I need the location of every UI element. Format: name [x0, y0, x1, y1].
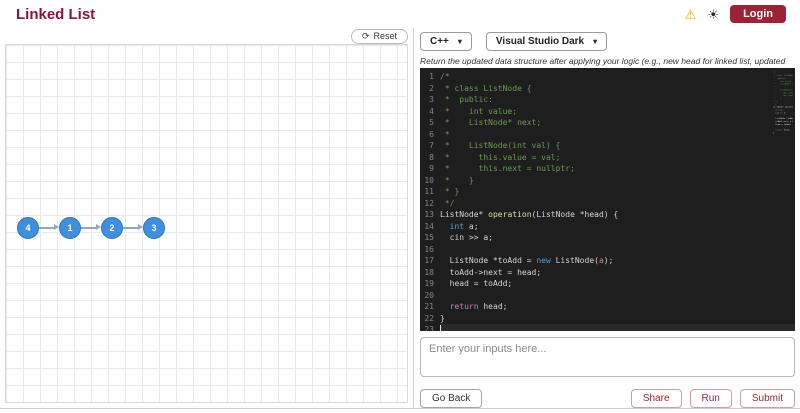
- editor-gutter: 1 2 3 4 5 6 7 8 9 10 11 12 13 14 15 16 17 18 19 20 21 22 23: [424, 72, 434, 331]
- app-header: Linked List ⚠ ☀ Login: [0, 0, 800, 28]
- editor-hint: Return the updated data structure after …: [420, 56, 786, 76]
- chevron-down-icon: ▾: [457, 37, 462, 46]
- editor-toolbar: C++ ▾ Visual Studio Dark ▾: [420, 30, 795, 55]
- list-edge: [39, 227, 55, 229]
- theme-toggle-icon[interactable]: ☀: [707, 8, 719, 21]
- editor-minimap[interactable]: /* * class ListNode { * public: * int va…: [773, 71, 793, 151]
- reset-icon: ⟳: [361, 30, 370, 41]
- submit-button[interactable]: Submit: [739, 389, 795, 408]
- list-node[interactable]: 3: [143, 217, 165, 239]
- linked-list-canvas[interactable]: 4123: [5, 44, 408, 403]
- editor-panel: C++ ▾ Visual Studio Dark ▾ Return the up…: [414, 28, 800, 408]
- list-node[interactable]: 1: [59, 217, 81, 239]
- reset-label: Reset: [373, 31, 397, 41]
- list-edge: [81, 227, 97, 229]
- inputs-textarea[interactable]: [420, 337, 795, 377]
- theme-select-value: Visual Studio Dark: [495, 36, 585, 47]
- text-cursor: [440, 325, 441, 331]
- footer-actions: Go Back Share Run Submit: [420, 389, 795, 408]
- reset-button[interactable]: ⟳ Reset: [350, 28, 408, 44]
- page-title: Linked List: [16, 5, 96, 23]
- inputs-box: [420, 337, 795, 382]
- main-split: ⟳ Reset 4123 C++ ▾ Visual Studio Dark ▾ …: [0, 28, 800, 409]
- share-button[interactable]: Share: [630, 389, 682, 408]
- theme-select[interactable]: Visual Studio Dark ▾: [485, 32, 608, 51]
- warning-icon[interactable]: ⚠: [685, 8, 697, 21]
- list-edge: [123, 227, 139, 229]
- go-back-button[interactable]: Go Back: [420, 389, 483, 408]
- language-select-value: C++: [430, 36, 449, 47]
- minimap-content: /* * class ListNode { * public: * int va…: [773, 71, 793, 134]
- list-node[interactable]: 2: [101, 217, 123, 239]
- list-node[interactable]: 4: [17, 217, 39, 239]
- login-button[interactable]: Login: [730, 5, 786, 23]
- language-select[interactable]: C++ ▾: [420, 32, 472, 51]
- chevron-down-icon: ▾: [593, 37, 598, 46]
- visualization-panel: ⟳ Reset 4123: [0, 28, 413, 408]
- footer-right-actions: Share Run Submit: [630, 389, 795, 408]
- canvas-toolbar: ⟳ Reset: [5, 28, 408, 44]
- header-actions: ⚠ ☀ Login: [685, 5, 786, 23]
- editor-code[interactable]: /* * class ListNode { * public: * int va…: [440, 71, 795, 331]
- run-button[interactable]: Run: [689, 389, 732, 408]
- code-editor[interactable]: 1 2 3 4 5 6 7 8 9 10 11 12 13 14 15 16 17 18 19 20 21 22 23 /*…: [420, 68, 795, 331]
